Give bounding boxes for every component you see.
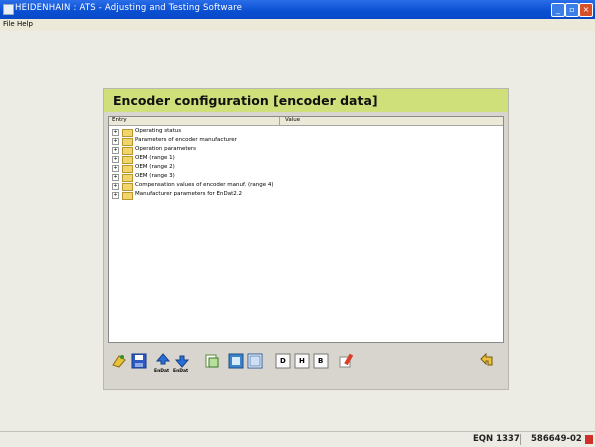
heidenhain-logo-icon (585, 435, 593, 444)
maximize-button[interactable]: ▫ (565, 3, 579, 17)
folder-icon (122, 192, 133, 200)
folder-icon (122, 156, 133, 164)
endat-download-icon[interactable] (174, 353, 190, 369)
folder-icon (122, 129, 133, 137)
panel-header: Encoder configuration [encoder data] (104, 89, 508, 112)
window-title: HEIDENHAIN : ATS - Adjusting and Testing… (15, 3, 243, 13)
title-bar: HEIDENHAIN : ATS - Adjusting and Testing… (0, 0, 595, 19)
tree-item-label: Manufacturer parameters for EnDat2.2 (135, 191, 243, 197)
folder-icon (122, 138, 133, 146)
expand-icon[interactable]: + (112, 192, 119, 199)
menu-help[interactable]: Help (17, 20, 33, 28)
expand-icon[interactable]: + (112, 183, 119, 190)
expand-icon[interactable]: + (112, 129, 119, 136)
open-icon[interactable] (111, 353, 127, 369)
endat-upload-icon[interactable] (155, 353, 171, 369)
column-value[interactable]: Value (285, 117, 300, 123)
tree-item-label: Operation parameters (135, 146, 197, 152)
toolbar: EnDat EnDat D H B (108, 347, 502, 383)
tree-item-label: Operating status (135, 128, 182, 134)
tree-item[interactable]: + Parameters of encoder manufacturer (109, 137, 409, 146)
folder-icon (122, 165, 133, 173)
tree-item-label: Parameters of encoder manufacturer (135, 137, 237, 143)
status-bar: EQN 1337 586649-02 (0, 431, 595, 447)
edit-icon[interactable] (338, 353, 354, 369)
tree-item[interactable]: + Operating status (109, 128, 409, 137)
expand-icon[interactable]: + (112, 174, 119, 181)
encoder-id: 586649-02 (531, 434, 582, 444)
display-d-label: D (280, 357, 286, 365)
endat-download-label: EnDat (173, 369, 189, 374)
folder-icon (122, 174, 133, 182)
encoder-model: EQN 1337 (473, 434, 520, 444)
tree-header: Entry Value (109, 117, 503, 126)
expand-icon[interactable]: + (112, 165, 119, 172)
column-divider[interactable] (279, 117, 280, 125)
display-h-label: H (299, 357, 305, 365)
tree-item[interactable]: + OEM (range 3) (109, 173, 409, 182)
tree-item[interactable]: + Operation parameters (109, 146, 409, 155)
expand-icon[interactable]: + (112, 147, 119, 154)
folder-icon (122, 183, 133, 191)
panel-title: Encoder configuration [encoder data] (113, 93, 378, 108)
tree-item-label: OEM (range 2) (135, 164, 175, 170)
tree-item[interactable]: + OEM (range 1) (109, 155, 409, 164)
endat-upload-label: EnDat (154, 369, 170, 374)
expand-icon[interactable]: + (112, 138, 119, 145)
tree-item-label: OEM (range 3) (135, 173, 175, 179)
menu-bar: File Help (0, 19, 595, 31)
tree-item-label: Compensation values of encoder manuf. (r… (135, 182, 274, 188)
folder-icon (122, 147, 133, 155)
app-icon (3, 4, 14, 15)
tree-item-label: OEM (range 1) (135, 155, 175, 161)
encoder-config-panel: Encoder configuration [encoder data] Ent… (103, 88, 509, 390)
minimize-button[interactable]: _ (551, 3, 565, 17)
copy-icon[interactable] (204, 353, 220, 369)
save-icon[interactable] (131, 353, 147, 369)
status-divider (520, 434, 521, 445)
expand-icon[interactable]: + (112, 156, 119, 163)
display-b-label: B (318, 357, 324, 365)
close-button[interactable]: × (579, 3, 593, 17)
tree-item[interactable]: + OEM (range 2) (109, 164, 409, 173)
tree-item[interactable]: + Manufacturer parameters for EnDat2.2 (109, 191, 409, 200)
list-icon[interactable] (247, 353, 263, 369)
menu-file[interactable]: File (3, 20, 15, 28)
column-entry[interactable]: Entry (112, 117, 127, 123)
back-icon[interactable] (479, 353, 495, 369)
view-icon[interactable] (228, 353, 244, 369)
tree-item[interactable]: + Compensation values of encoder manuf. (… (109, 182, 409, 191)
encoder-data-tree[interactable]: Entry Value + Operating status + Parameters… (108, 116, 504, 343)
